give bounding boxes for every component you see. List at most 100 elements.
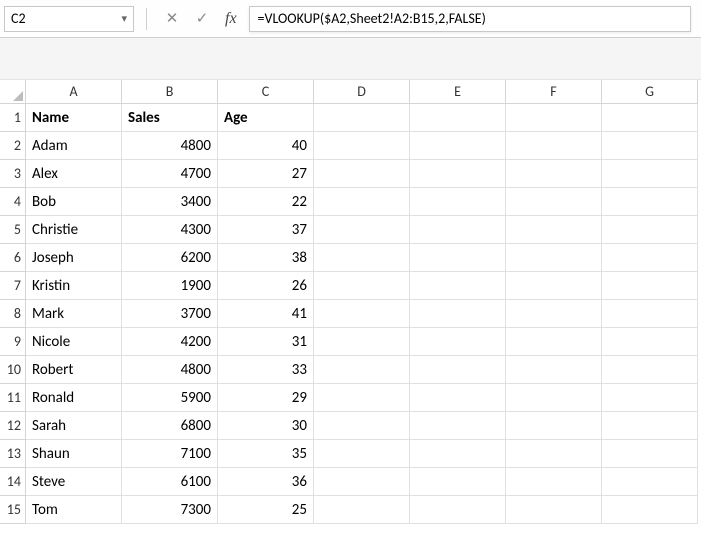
cancel-formula-button[interactable]: ✕ [161, 8, 183, 30]
fx-icon[interactable]: fx [221, 10, 241, 28]
cell-name[interactable]: Joseph [26, 244, 122, 272]
cell-empty[interactable] [506, 496, 602, 524]
column-header-A[interactable]: A [26, 80, 122, 104]
cell-empty[interactable] [314, 216, 410, 244]
header-cell-age[interactable]: Age [218, 104, 314, 132]
row-header-5[interactable]: 5 [0, 216, 26, 244]
cell-sales[interactable]: 7300 [122, 496, 218, 524]
name-box[interactable]: C2 ▾ [4, 6, 134, 32]
cell-sales[interactable]: 1900 [122, 272, 218, 300]
cell-sales[interactable]: 5900 [122, 384, 218, 412]
cell-age[interactable]: 29 [218, 384, 314, 412]
cell-empty[interactable] [314, 132, 410, 160]
row-header-1[interactable]: 1 [0, 104, 26, 132]
row-header-4[interactable]: 4 [0, 188, 26, 216]
cell-empty[interactable] [602, 188, 698, 216]
cell-name[interactable]: Mark [26, 300, 122, 328]
cell-sales[interactable]: 7100 [122, 440, 218, 468]
cell-sales[interactable]: 4800 [122, 132, 218, 160]
cell-empty[interactable] [410, 412, 506, 440]
cell-empty[interactable] [410, 384, 506, 412]
cell-empty[interactable] [506, 328, 602, 356]
chevron-down-icon[interactable]: ▾ [121, 12, 127, 25]
cell-empty[interactable] [410, 188, 506, 216]
cell-age[interactable]: 35 [218, 440, 314, 468]
cell-empty[interactable] [410, 496, 506, 524]
cell-empty[interactable] [410, 300, 506, 328]
column-header-D[interactable]: D [314, 80, 410, 104]
cell-empty[interactable] [506, 160, 602, 188]
cell-name[interactable]: Tom [26, 496, 122, 524]
cell-empty[interactable] [602, 328, 698, 356]
cell-empty[interactable] [314, 244, 410, 272]
cell-age[interactable]: 40 [218, 132, 314, 160]
cell-empty[interactable] [314, 468, 410, 496]
confirm-formula-button[interactable]: ✓ [191, 8, 213, 30]
cell-empty[interactable] [506, 272, 602, 300]
cell-empty[interactable] [314, 384, 410, 412]
cell-sales[interactable]: 6200 [122, 244, 218, 272]
cell-empty[interactable] [602, 356, 698, 384]
column-header-C[interactable]: C [218, 80, 314, 104]
cell-empty[interactable] [506, 244, 602, 272]
cell-empty[interactable] [602, 244, 698, 272]
cell-age[interactable]: 38 [218, 244, 314, 272]
cell-empty[interactable] [410, 328, 506, 356]
formula-input[interactable]: =VLOOKUP($A2,Sheet2!A2:B15,2,FALSE) [249, 6, 691, 32]
row-header-3[interactable]: 3 [0, 160, 26, 188]
cell-empty[interactable] [410, 132, 506, 160]
cell-empty[interactable] [314, 412, 410, 440]
cell-empty[interactable] [410, 244, 506, 272]
cell-age[interactable]: 37 [218, 216, 314, 244]
cell-age[interactable]: 31 [218, 328, 314, 356]
cell-empty[interactable] [602, 160, 698, 188]
cell-name[interactable]: Adam [26, 132, 122, 160]
cell-empty[interactable] [410, 468, 506, 496]
cell-empty[interactable] [602, 132, 698, 160]
header-cell-sales[interactable]: Sales [122, 104, 218, 132]
cell-empty[interactable] [506, 440, 602, 468]
cell-sales[interactable]: 3400 [122, 188, 218, 216]
column-header-B[interactable]: B [122, 80, 218, 104]
cell-empty[interactable] [314, 440, 410, 468]
cell-empty[interactable] [602, 440, 698, 468]
cell-empty[interactable] [602, 104, 698, 132]
cell-name[interactable]: Shaun [26, 440, 122, 468]
row-header-2[interactable]: 2 [0, 132, 26, 160]
cell-empty[interactable] [506, 104, 602, 132]
select-all-corner[interactable] [0, 80, 26, 104]
cell-sales[interactable]: 6100 [122, 468, 218, 496]
cell-name[interactable]: Ronald [26, 384, 122, 412]
cell-age[interactable]: 30 [218, 412, 314, 440]
cell-empty[interactable] [314, 328, 410, 356]
cell-name[interactable]: Steve [26, 468, 122, 496]
row-header-14[interactable]: 14 [0, 468, 26, 496]
cell-empty[interactable] [410, 216, 506, 244]
cell-age[interactable]: 22 [218, 188, 314, 216]
cell-empty[interactable] [602, 300, 698, 328]
row-header-9[interactable]: 9 [0, 328, 26, 356]
column-header-F[interactable]: F [506, 80, 602, 104]
cell-age[interactable]: 41 [218, 300, 314, 328]
row-header-10[interactable]: 10 [0, 356, 26, 384]
cell-name[interactable]: Sarah [26, 412, 122, 440]
cell-empty[interactable] [506, 468, 602, 496]
cell-empty[interactable] [602, 216, 698, 244]
cell-sales[interactable]: 4700 [122, 160, 218, 188]
cell-name[interactable]: Kristin [26, 272, 122, 300]
cell-empty[interactable] [602, 496, 698, 524]
cell-empty[interactable] [314, 160, 410, 188]
cell-age[interactable]: 25 [218, 496, 314, 524]
header-cell-name[interactable]: Name [26, 104, 122, 132]
cell-empty[interactable] [602, 412, 698, 440]
cell-age[interactable]: 26 [218, 272, 314, 300]
cell-sales[interactable]: 4300 [122, 216, 218, 244]
cell-empty[interactable] [506, 356, 602, 384]
cell-empty[interactable] [314, 300, 410, 328]
row-header-7[interactable]: 7 [0, 272, 26, 300]
cell-empty[interactable] [410, 356, 506, 384]
cell-age[interactable]: 36 [218, 468, 314, 496]
cell-empty[interactable] [506, 188, 602, 216]
cell-empty[interactable] [602, 384, 698, 412]
cell-empty[interactable] [602, 468, 698, 496]
